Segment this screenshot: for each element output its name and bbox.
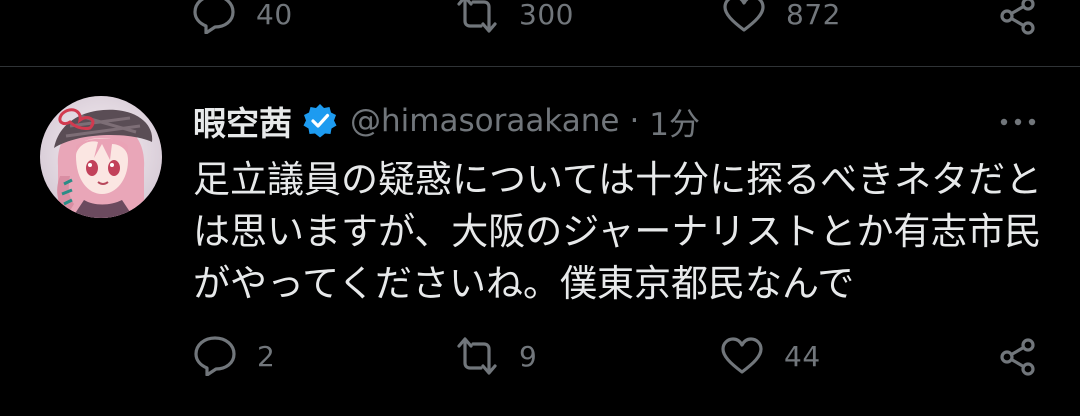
retweet-count: 9 xyxy=(519,339,538,373)
reply-button[interactable]: 2 xyxy=(193,335,275,377)
previous-tweet-action-bar: 40 300 872 xyxy=(0,0,1080,66)
share-button[interactable] xyxy=(998,336,1038,378)
retweet-count: 300 xyxy=(519,0,574,31)
like-button[interactable]: 872 xyxy=(722,0,841,34)
more-dots-icon xyxy=(1000,118,1036,126)
retweet-button[interactable]: 300 xyxy=(455,0,574,34)
heart-outline-icon xyxy=(721,337,763,374)
tweet-header: 暇空茜 @himasoraakane · 1分 xyxy=(193,98,700,144)
like-count: 872 xyxy=(786,0,841,31)
reply-count: 40 xyxy=(256,0,293,31)
timeline: 40 300 872 暇空茜 @himasoraakane · 1分 足立議員の… xyxy=(0,0,1080,416)
retweet-button[interactable]: 9 xyxy=(455,335,537,377)
like-count: 44 xyxy=(784,339,821,373)
more-options-button[interactable] xyxy=(998,110,1038,134)
tweet-text-line: がやってくださいね。僕東京都民なんで xyxy=(193,262,855,305)
verified-badge-icon xyxy=(303,104,337,138)
separator-dot: · xyxy=(629,103,640,139)
like-button[interactable]: 44 xyxy=(720,335,821,377)
display-name[interactable]: 暇空茜 xyxy=(193,97,292,145)
avatar[interactable] xyxy=(40,96,162,218)
user-handle[interactable]: @himasoraakane xyxy=(350,103,619,139)
speech-bubble-icon xyxy=(194,336,236,376)
tweet-text: 足立議員の疑惑については十分に探るべきネタだと は思いますが、大阪のジャーナリス… xyxy=(193,154,1053,310)
tweet-divider xyxy=(0,66,1080,67)
tweet-action-bar: 2 9 44 xyxy=(0,330,1080,380)
share-button[interactable] xyxy=(998,0,1038,36)
speech-bubble-icon xyxy=(193,0,235,34)
tweet-text-line: は思いますが、大阪のジャーナリストとか有志市民 xyxy=(193,210,1042,253)
reply-button[interactable]: 40 xyxy=(192,0,293,34)
retweet-arrows-icon xyxy=(457,337,497,375)
tweet-timestamp[interactable]: 1分 xyxy=(649,99,700,144)
tweet-text-line: 足立議員の疑惑については十分に探るべきネタだと xyxy=(193,158,1043,201)
heart-outline-icon xyxy=(723,0,765,32)
share-nodes-icon xyxy=(1000,0,1035,35)
share-nodes-icon xyxy=(1000,338,1035,376)
retweet-arrows-icon xyxy=(457,0,497,33)
reply-count: 2 xyxy=(257,339,276,373)
